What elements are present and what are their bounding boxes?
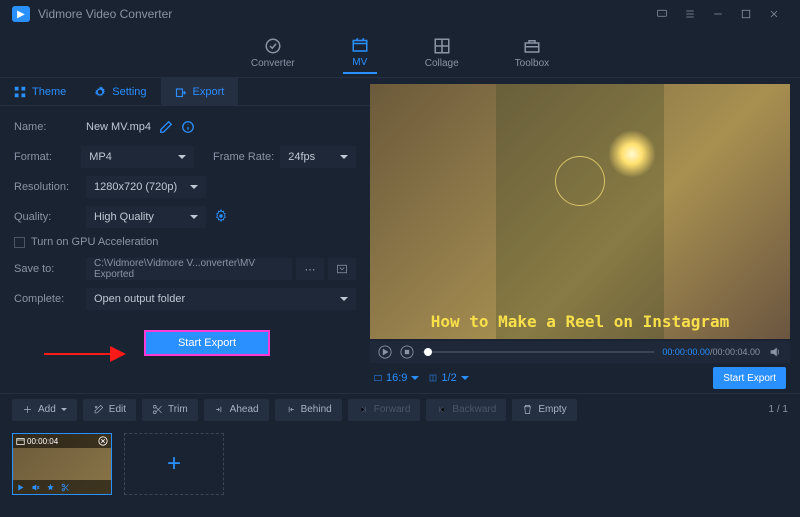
start-export-button[interactable]: Start Export [144,330,270,356]
add-clip-button[interactable]: + [124,433,224,495]
gpu-label: Turn on GPU Acceleration [31,236,158,248]
page-select[interactable]: 1/2 [429,372,468,384]
nav-label: Converter [251,58,295,69]
annotation-arrow [44,346,134,362]
volume-icon[interactable] [768,345,782,359]
toolbox-icon [523,37,541,55]
nav-converter[interactable]: Converter [243,33,303,73]
info-icon[interactable] [181,120,195,134]
tab-label: Setting [112,86,146,98]
name-label: Name: [14,121,86,133]
backward-button[interactable]: Backward [426,399,506,421]
empty-button[interactable]: Empty [512,399,576,421]
app-title: Vidmore Video Converter [38,7,172,21]
timeline-clip[interactable]: 00:00:04 [12,433,112,495]
feedback-icon[interactable] [648,4,676,24]
format-label: Format: [14,151,81,163]
clip-effects-icon[interactable] [46,483,55,492]
tab-label: Export [193,86,225,98]
name-value[interactable]: New MV.mp4 [86,121,151,133]
tab-label: Theme [32,86,66,98]
stop-icon[interactable] [400,345,414,359]
close-icon[interactable] [760,4,788,24]
clip-mute-icon[interactable] [31,483,40,492]
app-logo: ▶ [12,6,30,22]
export-icon [175,86,187,98]
quality-settings-icon[interactable] [214,209,228,226]
resolution-label: Resolution: [14,181,86,193]
behind-button[interactable]: Behind [275,399,342,421]
tab-theme[interactable]: Theme [0,78,80,105]
nav-collage[interactable]: Collage [417,33,467,73]
complete-label: Complete: [14,293,86,305]
video-preview[interactable]: How to Make a Reel on Instagram [370,84,790,339]
aspect-select[interactable]: 16:9 [374,372,419,384]
remove-clip-icon[interactable] [98,436,108,446]
pagination: 1 / 1 [769,404,788,415]
edit-button[interactable]: Edit [83,399,136,421]
clip-play-icon[interactable] [16,483,25,492]
framerate-label: Frame Rate: [213,151,280,163]
forward-button[interactable]: Forward [348,399,421,421]
mv-icon [351,36,369,54]
open-folder-icon[interactable] [328,258,356,280]
quality-label: Quality: [14,211,86,223]
preview-caption: How to Make a Reel on Instagram [370,312,790,331]
nav-label: Toolbox [515,58,549,69]
add-button[interactable]: Add [12,399,77,421]
theme-icon [14,86,26,98]
nav-mv[interactable]: MV [343,32,377,74]
maximize-icon[interactable] [732,4,760,24]
time-display: 00:00:00.00/00:00:04.00 [662,347,760,357]
start-export-mini-button[interactable]: Start Export [713,367,786,389]
edit-name-icon[interactable] [159,120,173,134]
format-select[interactable]: MP4 [81,146,194,168]
trim-button[interactable]: Trim [142,399,198,421]
play-icon[interactable] [378,345,392,359]
quality-select[interactable]: High Quality [86,206,206,228]
minimize-icon[interactable] [704,4,732,24]
gear-icon [94,86,106,98]
tab-export[interactable]: Export [161,78,239,105]
resolution-select[interactable]: 1280x720 (720p) [86,176,206,198]
gpu-checkbox[interactable]: Turn on GPU Acceleration [14,236,356,248]
complete-select[interactable]: Open output folder [86,288,356,310]
nav-toolbox[interactable]: Toolbox [507,33,557,73]
converter-icon [264,37,282,55]
browse-button[interactable]: ⋯ [296,258,324,280]
nav-label: Collage [425,58,459,69]
framerate-select[interactable]: 24fps [280,146,356,168]
collage-icon [433,37,451,55]
checkbox-box[interactable] [14,237,25,248]
clip-trim-icon[interactable] [61,483,70,492]
menu-icon[interactable] [676,4,704,24]
ahead-button[interactable]: Ahead [204,399,269,421]
progress-bar[interactable] [422,351,654,353]
nav-label: MV [352,57,367,68]
saveto-path[interactable]: C:\Vidmore\Vidmore V...onverter\MV Expor… [86,258,292,280]
tab-setting[interactable]: Setting [80,78,160,105]
clip-duration: 00:00:04 [27,437,58,446]
saveto-label: Save to: [14,263,86,275]
